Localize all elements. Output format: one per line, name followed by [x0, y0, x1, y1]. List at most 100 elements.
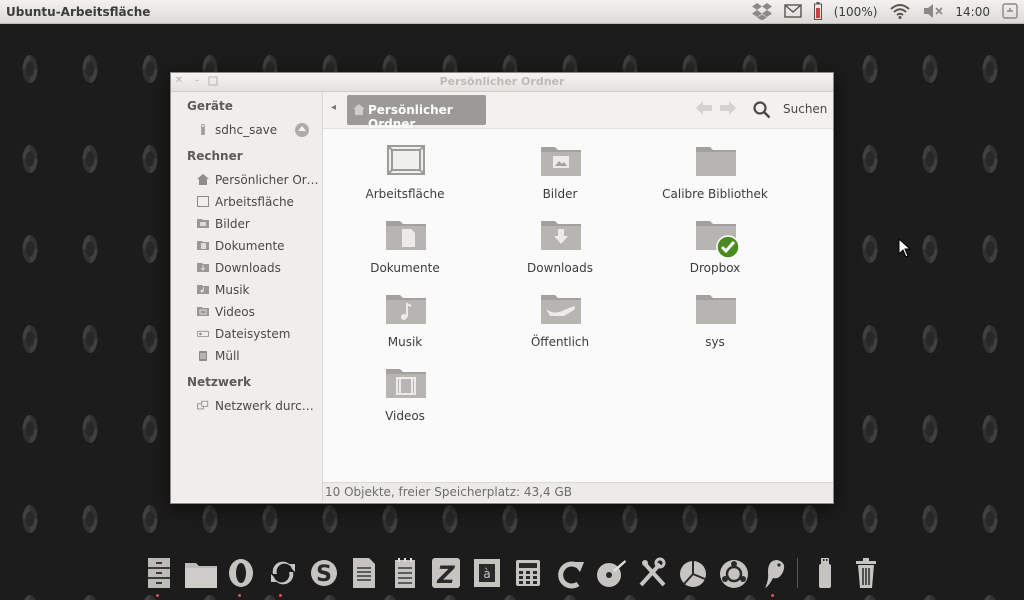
dock-skype[interactable]: S: [306, 552, 338, 596]
dock-sync[interactable]: [265, 552, 297, 597]
breadcrumb-back-arrow-icon[interactable]: ◂: [331, 102, 336, 113]
battery-percentage[interactable]: (100%): [834, 5, 878, 19]
dock-pidgin[interactable]: [757, 552, 789, 597]
breadcrumb-label: Persönlicher Ordner: [368, 103, 453, 131]
sidebar-item-label: Dokumente: [215, 239, 285, 253]
downloads-folder-icon: [197, 263, 209, 272]
back-arrow-icon[interactable]: [695, 100, 713, 119]
dock-ubuntu-software[interactable]: [716, 552, 748, 596]
pidgin-icon: [765, 560, 785, 588]
window-titlebar[interactable]: ✕ – Persönlicher Ordner: [171, 73, 833, 92]
volume-muted-icon[interactable]: [923, 3, 943, 22]
sidebar-item-label: Bilder: [215, 217, 250, 231]
downloads-folder-icon: [541, 221, 581, 250]
dock-filezilla[interactable]: Z: [429, 552, 461, 596]
file-item-label: Musik: [387, 335, 423, 349]
folder-icon: [696, 147, 736, 176]
file-item-label: Bilder: [542, 187, 578, 201]
network-icon: [197, 400, 209, 410]
session-icon[interactable]: [1002, 2, 1018, 22]
file-item-dropbox[interactable]: Dropbox: [640, 217, 790, 287]
sidebar-item-sdhc-save[interactable]: sdhc_save: [187, 120, 321, 140]
calculator-icon: [516, 560, 540, 586]
eject-icon[interactable]: [295, 123, 309, 137]
folder-icon: [696, 295, 736, 324]
sidebar-item-label: Videos: [215, 305, 255, 319]
dock-disk-usage[interactable]: [675, 552, 707, 596]
document-writer-icon: [353, 558, 375, 588]
harddisk-icon: [197, 330, 209, 337]
file-item-music[interactable]: Musik: [330, 291, 480, 361]
forward-arrow-icon[interactable]: [719, 100, 737, 119]
svg-text:à: à: [483, 567, 490, 581]
sidebar-item-label: Dateisystem: [215, 327, 291, 341]
videos-folder-icon: [197, 307, 209, 316]
sidebar-item-home[interactable]: Persönlicher Ordner: [187, 170, 321, 190]
dock-trash[interactable]: [849, 552, 881, 596]
file-item-videos[interactable]: Videos: [330, 365, 480, 435]
dock-character-map[interactable]: à: [470, 552, 502, 596]
dock-calculator[interactable]: [511, 552, 543, 596]
sidebar-item-pictures[interactable]: Bilder: [187, 214, 321, 234]
dock-notepad[interactable]: [388, 552, 420, 596]
dock-separator: [797, 558, 798, 588]
music-folder-icon: [386, 295, 426, 324]
dock-disc-burner[interactable]: [593, 552, 626, 596]
dock-usb-stick[interactable]: [808, 552, 840, 596]
file-item-label: Calibre Bibliothek: [662, 187, 768, 201]
sidebar-item-filesystem[interactable]: Dateisystem: [187, 324, 321, 344]
file-view: Arbeitsfläche Bilder Calibre Bibliothek …: [323, 129, 833, 482]
clock[interactable]: 14:00: [955, 5, 990, 19]
sidebar-item-music[interactable]: Musik: [187, 280, 321, 300]
sidebar-item-videos[interactable]: Videos: [187, 302, 321, 322]
sync-icon: [271, 561, 295, 585]
file-item-desktop[interactable]: Arbeitsfläche: [330, 143, 480, 213]
home-icon: [353, 104, 365, 115]
file-item-public[interactable]: Öffentlich: [485, 291, 635, 361]
sidebar-item-label: Müll: [215, 349, 240, 363]
file-item-label: sys: [705, 335, 725, 349]
file-item-label: Videos: [385, 409, 425, 423]
search-button-label[interactable]: Suchen: [783, 102, 827, 116]
file-item-calibre[interactable]: Calibre Bibliothek: [640, 143, 790, 213]
dropbox-icon[interactable]: [751, 2, 772, 23]
dock-opera[interactable]: [224, 552, 256, 597]
sidebar-item-label: Netzwerk durchsuchen: [215, 399, 319, 413]
file-cabinet-icon: [148, 558, 170, 588]
pictures-folder-icon: [541, 147, 581, 176]
sidebar-item-documents[interactable]: Dokumente: [187, 236, 321, 256]
file-item-sys[interactable]: sys: [640, 291, 790, 361]
search-icon[interactable]: [753, 101, 771, 122]
toolbar: ◂ Persönlicher Ordner Suchen: [323, 92, 833, 131]
dock-writer[interactable]: [347, 552, 379, 596]
notepad-icon: [395, 558, 415, 588]
dock-redo[interactable]: [552, 552, 584, 596]
sidebar-item-browse-network[interactable]: Netzwerk durchsuchen: [187, 396, 321, 416]
breadcrumb-home[interactable]: Persönlicher Ordner: [347, 95, 486, 131]
mail-icon[interactable]: [784, 3, 802, 21]
sidebar-heading-computer: Rechner: [187, 149, 243, 163]
sidebar-item-label: Persönlicher Ordner: [215, 173, 319, 187]
top-panel: Ubuntu-Arbeitsfläche (100%) 14:00: [0, 0, 1024, 24]
running-indicator: [279, 594, 282, 597]
desktop-title: Ubuntu-Arbeitsfläche: [6, 5, 151, 19]
videos-folder-icon: [386, 369, 426, 398]
sidebar-item-downloads[interactable]: Downloads: [187, 258, 321, 278]
dock-files[interactable]: [183, 552, 217, 596]
file-item-downloads[interactable]: Downloads: [485, 217, 635, 287]
dropbox-folder-synced-icon: [696, 221, 740, 259]
wifi-icon[interactable]: [889, 3, 911, 22]
dock-file-cabinet[interactable]: [142, 552, 174, 597]
system-tools-icon: [639, 557, 666, 587]
battery-icon[interactable]: [813, 1, 822, 23]
sidebar-item-trash[interactable]: Müll: [187, 346, 321, 366]
running-indicator: [771, 594, 774, 597]
file-item-documents[interactable]: Dokumente: [330, 217, 480, 287]
dock-system-tools[interactable]: [634, 552, 666, 596]
sidebar-item-desktop[interactable]: Arbeitsfläche: [187, 192, 321, 212]
sidebar-item-label: Musik: [215, 283, 250, 297]
file-item-label: Öffentlich: [530, 335, 590, 349]
file-item-pictures[interactable]: Bilder: [485, 143, 635, 213]
desktop-icon: [197, 196, 209, 207]
documents-folder-icon: [197, 241, 209, 250]
